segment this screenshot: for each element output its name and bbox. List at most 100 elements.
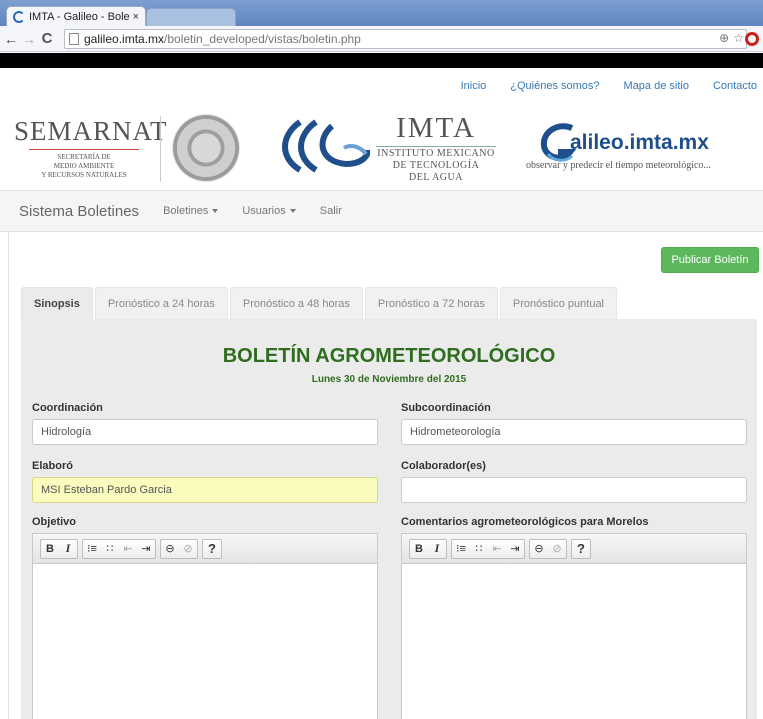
bookmark-star-icon[interactable]: ☆: [733, 31, 744, 45]
galileo-tagline: observar y predecir el tiempo meteorológ…: [526, 160, 711, 171]
ordered-list-icon[interactable]: ⁝≡: [83, 540, 101, 558]
link-group: ⊖ ⊘: [529, 538, 567, 559]
browser-tab[interactable]: IMTA - Galileo - Boletín ×: [6, 6, 146, 26]
black-banner: [0, 53, 763, 68]
nav-link-contacto[interactable]: Contacto: [713, 80, 757, 92]
coordinacion-label: Coordinación: [32, 402, 103, 414]
browser-tabstrip: IMTA - Galileo - Boletín ×: [0, 0, 763, 26]
tab-close-icon[interactable]: ×: [133, 11, 139, 23]
semarnat-sub-line-3: Y RECURSOS NATURALES: [41, 171, 127, 179]
nav-link-quienes-somos[interactable]: ¿Quiénes somos?: [510, 80, 599, 92]
imta-rule: [376, 146, 496, 147]
indent-icon[interactable]: ⇥: [506, 540, 524, 558]
imta-waves-logo-icon: [282, 119, 370, 173]
tab-pronostico-24[interactable]: Pronóstico a 24 horas: [94, 287, 228, 319]
page-left-border: [8, 232, 9, 719]
zoom-icon[interactable]: ⊕: [719, 31, 729, 45]
app-navbar: Sistema Boletines Boletines Usuarios Sal…: [0, 190, 763, 232]
opera-icon[interactable]: [745, 32, 759, 46]
address-bar[interactable]: galileo.imta.mx/boletin_developed/vistas…: [64, 29, 747, 49]
imta-name: IMTA: [396, 112, 476, 144]
italic-icon[interactable]: I: [59, 540, 77, 558]
imta-sub-line-3: DEL AGUA: [409, 172, 463, 183]
navbar-brand[interactable]: Sistema Boletines: [19, 203, 139, 220]
coordinacion-field[interactable]: Hidrología: [32, 419, 378, 445]
semarnat-rule: [29, 149, 139, 150]
menu-salir[interactable]: Salir: [320, 205, 342, 217]
semarnat-sub-line-2: MEDIO AMBIENTE: [53, 162, 115, 170]
objetivo-editor: B I ⁝≡ ∷ ⇤ ⇥ ⊖ ⊘ ?: [32, 533, 378, 719]
unlink-icon[interactable]: ⊘: [179, 540, 197, 558]
publish-bulletin-button[interactable]: Publicar Boletín: [661, 247, 759, 273]
colaborador-label: Colaborador(es): [401, 460, 486, 472]
page-icon: [69, 33, 79, 45]
semarnat-logo: SEMARNAT SECRETARÍA DE MEDIO AMBIENTE Y …: [14, 116, 168, 180]
semarnat-name: SEMARNAT: [14, 116, 168, 146]
comentarios-text-area[interactable]: [402, 564, 746, 719]
imta-sub-line-1: INSTITUTO MEXICANO: [377, 148, 495, 159]
outdent-icon[interactable]: ⇤: [119, 540, 137, 558]
tab-sinopsis[interactable]: Sinopsis: [21, 287, 93, 319]
browser-toolbar: ← → C galileo.imta.mx/boletin_developed/…: [0, 26, 763, 52]
elaboro-label: Elaboró: [32, 460, 73, 472]
nav-link-inicio[interactable]: Inicio: [461, 80, 487, 92]
indent-icon[interactable]: ⇥: [137, 540, 155, 558]
forward-arrow-icon[interactable]: →: [22, 31, 36, 47]
tab-title: IMTA - Galileo - Boletín: [29, 10, 129, 23]
caret-down-icon: [289, 209, 296, 213]
logo-divider: [160, 116, 161, 182]
comentarios-editor: B I ⁝≡ ∷ ⇤ ⇥ ⊖ ⊘ ?: [401, 533, 747, 719]
link-icon[interactable]: ⊖: [530, 540, 548, 558]
outdent-icon[interactable]: ⇤: [488, 540, 506, 558]
menu-boletines-label: Boletines: [163, 205, 209, 217]
help-group: ?: [571, 538, 591, 559]
site-header: Inicio ¿Quiénes somos? Mapa de sitio Con…: [0, 68, 763, 190]
galileo-favicon-icon: [13, 10, 25, 23]
bold-icon[interactable]: B: [410, 540, 428, 558]
unordered-list-icon[interactable]: ∷: [470, 540, 488, 558]
nav-link-mapa-de-sitio[interactable]: Mapa de sitio: [624, 80, 689, 92]
caret-down-icon: [212, 209, 219, 213]
back-arrow-icon[interactable]: ←: [4, 31, 18, 47]
bold-icon[interactable]: B: [41, 540, 59, 558]
comentarios-label: Comentarios agrometeorológicos para More…: [401, 516, 649, 528]
tab-pronostico-puntual[interactable]: Pronóstico puntual: [499, 287, 618, 319]
colaborador-field[interactable]: [401, 477, 747, 503]
semarnat-sub-line-1: SECRETARÍA DE: [57, 153, 111, 161]
list-group: ⁝≡ ∷ ⇤ ⇥: [451, 538, 525, 559]
sinopsis-panel: BOLETÍN AGROMETEOROLÓGICO Lunes 30 de No…: [21, 319, 757, 719]
link-icon[interactable]: ⊖: [161, 540, 179, 558]
imta-sub-line-2: DE TECNOLOGÍA: [392, 160, 480, 171]
italic-icon[interactable]: I: [428, 540, 446, 558]
top-navigation: Inicio ¿Quiénes somos? Mapa de sitio Con…: [461, 80, 757, 92]
semarnat-subtitle: SECRETARÍA DE MEDIO AMBIENTE Y RECURSOS …: [14, 153, 154, 180]
imta-logo-text: IMTA INSTITUTO MEXICANO DE TECNOLOGÍA DE…: [370, 112, 502, 184]
menu-usuarios[interactable]: Usuarios: [242, 205, 296, 217]
help-group: ?: [202, 538, 222, 559]
list-group: ⁝≡ ∷ ⇤ ⇥: [82, 538, 156, 559]
menu-boletines[interactable]: Boletines: [163, 205, 219, 217]
editor-toolbar: B I ⁝≡ ∷ ⇤ ⇥ ⊖ ⊘ ?: [402, 534, 746, 564]
menu-usuarios-label: Usuarios: [242, 205, 286, 217]
subcoordinacion-field[interactable]: Hidrometeorología: [401, 419, 747, 445]
ordered-list-icon[interactable]: ⁝≡: [452, 540, 470, 558]
reload-icon[interactable]: C: [40, 30, 54, 47]
subcoordinacion-label: Subcoordinación: [401, 402, 491, 414]
bulletin-date: Lunes 30 de Noviembre del 2015: [311, 374, 467, 385]
bulletin-tabs: Sinopsis Pronóstico a 24 horas Pronóstic…: [21, 287, 619, 319]
help-icon[interactable]: ?: [572, 540, 590, 558]
new-tab-button[interactable]: [146, 8, 236, 26]
unlink-icon[interactable]: ⊘: [548, 540, 566, 558]
objetivo-label: Objetivo: [32, 516, 77, 528]
objetivo-text-area[interactable]: [33, 564, 377, 719]
link-group: ⊖ ⊘: [160, 538, 198, 559]
help-icon[interactable]: ?: [203, 540, 221, 558]
tab-pronostico-48[interactable]: Pronóstico a 48 horas: [229, 287, 363, 319]
unordered-list-icon[interactable]: ∷: [101, 540, 119, 558]
url-host: galileo.imta.mx: [84, 32, 165, 46]
elaboro-field[interactable]: MSI Esteban Pardo Garcia: [32, 477, 378, 503]
tab-pronostico-72[interactable]: Pronóstico a 72 horas: [364, 287, 498, 319]
main-content: Publicar Boletín Sinopsis Pronóstico a 2…: [0, 232, 763, 719]
format-group: B I: [40, 538, 78, 559]
galileo-name: alileo.imta.mx: [570, 131, 709, 154]
